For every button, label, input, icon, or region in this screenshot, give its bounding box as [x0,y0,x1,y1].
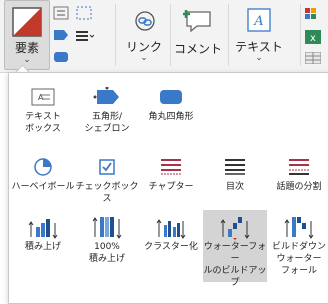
elements-icon [12,7,42,37]
text-lines-icon[interactable] [53,6,69,20]
separator [115,4,116,66]
pentagon-icon[interactable] [53,28,69,42]
stacked-chart-icon [28,219,58,239]
excel-icon[interactable]: x [305,30,321,44]
gallery-item-toc[interactable]: 目次 [203,153,267,193]
elements-label: 要素 [14,41,39,55]
text-box-icon: A [31,88,55,106]
chevron-down-icon: ⌄ [23,55,31,65]
clustered-chart-icon [156,219,186,239]
gallery-item-label: ウォーターフォー ルのビルドアップ [203,242,267,288]
gallery-item-label: チェックボックス [75,182,139,204]
svg-text:A: A [253,14,263,29]
harvey-ball-icon [34,158,52,176]
link-icon [135,11,155,31]
gallery-item-clustered[interactable]: クラスター化 [139,213,203,253]
gallery-item-harvey-ball[interactable]: ハーベイボール [11,153,75,193]
selection-grid-icon[interactable] [76,6,92,20]
separator [170,4,171,66]
waterfall-builddown-icon [284,217,314,239]
table-of-contents-icon [225,159,245,175]
gallery-item-topic-split[interactable]: 話題の分割 [267,153,328,193]
gallery-item-stacked[interactable]: 積み上げ [11,213,75,253]
pentagon-chevron-icon [93,87,119,104]
gallery-item-stacked-100[interactable]: 100% 積み上げ [75,213,139,265]
table-icon[interactable] [305,52,321,64]
gallery-item-label: テキスト ボックス [25,112,61,134]
gallery-item-rounded-rect[interactable]: 角丸四角形 [139,83,203,123]
chevron-down-icon: ⌄ [140,53,148,63]
gallery-item-label: チャプター [148,182,194,192]
gallery-item-checkbox[interactable]: チェックボックス [75,153,139,205]
comment-icon [183,10,211,33]
text-style-icon: A [247,8,271,32]
text-button[interactable]: A テキスト ⌄ [231,0,287,70]
chapter-icon [161,159,181,175]
list-icon[interactable] [76,30,94,42]
chevron-down-icon: ⌄ [255,53,263,63]
gallery-item-pentagon[interactable]: 五角形/ シェブロン [75,83,139,135]
separator [300,4,301,66]
gallery-item-label: 角丸四角形 [148,112,194,122]
svg-text:x: x [310,33,316,44]
rounded-rectangle-icon [160,90,182,104]
ribbon: 要素 ⌄ リンク ⌄ コメント A テキスト ⌄ x [0,0,328,73]
gallery-item-text-box[interactable]: A テキスト ボックス [11,83,75,135]
gallery-item-waterfall-buildup[interactable]: ウォーターフォー ルのビルドアップ [203,210,267,288]
gallery-item-chapter[interactable]: チャプター [139,153,203,193]
gallery-item-label: 積み上げ [24,242,61,252]
separator [228,4,229,66]
checkbox-icon [99,159,115,175]
comment-button[interactable]: コメント [173,0,223,70]
topic-split-icon [289,159,309,175]
color-grid-icon[interactable] [305,8,321,20]
elements-button[interactable]: 要素 ⌄ [4,0,50,70]
gallery-item-label: ハーベイボール [11,182,75,192]
gallery-item-label: ビルドダウン ウォーター フォール [271,242,326,276]
gallery-item-label: 100% 積み上げ [88,242,125,264]
elements-dropdown: A テキスト ボックス 五角形/ シェブロン 角丸四角形 ハーベイボール チェッ… [8,72,328,304]
gallery-item-label: 目次 [225,182,244,192]
comment-label: コメント [173,42,222,56]
gallery-item-label: クラスター化 [144,242,198,252]
rounded-rect-icon[interactable] [53,50,69,64]
waterfall-buildup-icon [220,217,250,240]
stacked-100-chart-icon [92,217,122,239]
gallery-item-label: 話題の分割 [276,182,322,192]
svg-text:A: A [38,93,44,102]
link-button[interactable]: リンク ⌄ [120,0,168,70]
gallery-item-label: 五角形/ シェブロン [84,112,130,134]
gallery-item-waterfall-builddown[interactable]: ビルドダウン ウォーター フォール [267,213,328,277]
